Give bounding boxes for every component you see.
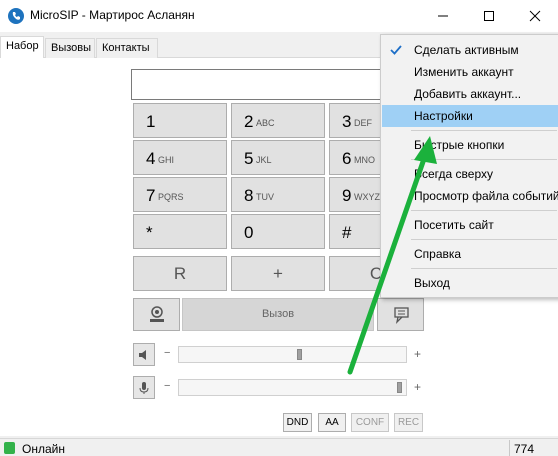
maximize-button[interactable] <box>466 0 512 32</box>
call-button[interactable]: Вызов <box>182 298 374 331</box>
number-input[interactable] <box>131 69 421 100</box>
key-letters: ABC <box>256 118 275 128</box>
message-button[interactable] <box>377 298 424 331</box>
key-digit: 0 <box>244 223 254 242</box>
conference-button[interactable]: CONF <box>351 413 389 432</box>
mic-volume-thumb[interactable] <box>397 382 402 393</box>
keypad-key[interactable]: 1 <box>133 103 227 138</box>
maximize-icon <box>484 11 494 21</box>
key-digit: 1 <box>146 112 156 131</box>
online-status-icon <box>4 442 15 454</box>
key-letters: DEF <box>354 118 372 128</box>
menu-separator <box>411 130 557 131</box>
key-letters: MNO <box>354 155 375 165</box>
speaker-mute-button[interactable] <box>133 343 155 366</box>
menu-item-exit[interactable]: Выход <box>382 272 558 294</box>
close-icon <box>529 10 541 22</box>
keypad-key[interactable]: 0 <box>231 214 325 249</box>
menu-item-help[interactable]: Справка <box>382 243 558 265</box>
webcam-icon <box>150 306 164 322</box>
auto-answer-button[interactable]: AA <box>318 413 346 432</box>
menu-item-label: Просмотр файла событий <box>414 189 558 203</box>
menu-item-visit-site[interactable]: Посетить сайт <box>382 214 558 236</box>
key-digit: * <box>146 223 153 242</box>
keypad-key[interactable]: 5 JKL <box>231 140 325 175</box>
menu-item-view-log[interactable]: Просмотр файла событий <box>382 185 558 207</box>
menu-separator <box>411 239 557 240</box>
speaker-icon <box>139 349 146 360</box>
microsip-logo-icon <box>8 8 24 24</box>
menu-item-label: Посетить сайт <box>414 218 494 232</box>
key-digit: 9 <box>342 186 352 205</box>
key-digit: 5 <box>244 149 254 168</box>
record-button[interactable]: REC <box>394 413 423 432</box>
mic-plus: + <box>414 380 422 394</box>
menu-item-label: Выход <box>414 276 450 290</box>
keypad-key[interactable]: R <box>133 256 227 291</box>
window-title: MicroSIP - Мартирос Асланян <box>30 8 195 22</box>
minimize-icon <box>438 15 448 17</box>
key-digit: 4 <box>146 149 156 168</box>
key-letters: TUV <box>256 192 274 202</box>
checkmark-icon <box>390 45 402 55</box>
key-digit: R <box>173 264 187 283</box>
menu-item-label: Изменить аккаунт <box>414 65 514 79</box>
key-digit: + <box>273 264 283 283</box>
keypad-key[interactable]: * <box>133 214 227 249</box>
speaker-minus: − <box>164 347 171 359</box>
keypad-key[interactable]: 2 ABC <box>231 103 325 138</box>
microphone-icon <box>139 381 149 394</box>
speaker-plus: + <box>414 347 422 361</box>
menu-item-label: Настройки <box>414 109 473 123</box>
key-digit: 8 <box>244 186 254 205</box>
key-digit: 6 <box>342 149 352 168</box>
menu-item-quick-buttons[interactable]: Быстрые кнопки <box>382 134 558 156</box>
speaker-volume-slider[interactable] <box>178 346 407 363</box>
key-digit: 2 <box>244 112 254 131</box>
tab-calls[interactable]: Вызовы <box>45 38 95 58</box>
mic-mute-button[interactable] <box>133 376 155 399</box>
keypad-key[interactable]: 8 TUV <box>231 177 325 212</box>
chat-bubble-icon <box>394 307 409 324</box>
key-letters: JKL <box>256 155 272 165</box>
menu-item-settings[interactable]: Настройки <box>382 105 558 127</box>
title-bar: MicroSIP - Мартирос Асланян <box>0 0 558 32</box>
menu-item-label: Сделать активным <box>414 43 519 57</box>
mic-minus: − <box>164 380 171 392</box>
menu-separator <box>411 268 557 269</box>
key-letters: WXYZ <box>354 192 380 202</box>
menu-item-label: Справка <box>414 247 462 261</box>
keypad-key[interactable]: 7 PQRS <box>133 177 227 212</box>
menu-item-make-active[interactable]: Сделать активным <box>382 39 558 61</box>
key-digit: 3 <box>342 112 352 131</box>
minimize-button[interactable] <box>420 0 466 32</box>
keypad-key[interactable]: 4 GHI <box>133 140 227 175</box>
close-button[interactable] <box>512 0 558 32</box>
menu-separator <box>411 159 557 160</box>
tab-contacts[interactable]: Контакты <box>96 38 158 58</box>
menu-item-label: Быстрые кнопки <box>414 138 505 152</box>
menu-item-label: Добавить аккаунт... <box>414 87 522 101</box>
key-letters: GHI <box>158 155 175 165</box>
context-menu: Сделать активным Изменить аккаунт Добави… <box>380 34 558 298</box>
menu-item-label: Всегда сверху <box>414 167 493 181</box>
dnd-button[interactable]: DND <box>283 413 312 432</box>
status-divider <box>509 440 510 456</box>
menu-item-edit-account[interactable]: Изменить аккаунт <box>382 61 558 83</box>
tab-dial[interactable]: Набор <box>0 36 44 59</box>
menu-item-add-account[interactable]: Добавить аккаунт... <box>382 83 558 105</box>
key-digit: 7 <box>146 186 156 205</box>
status-text: Онлайн <box>22 442 65 456</box>
keypad-key[interactable]: + <box>231 256 325 291</box>
speaker-volume-thumb[interactable] <box>297 349 302 360</box>
status-bar: Онлайн 774 <box>0 438 558 456</box>
video-call-button[interactable] <box>133 298 180 331</box>
menu-separator <box>411 210 557 211</box>
menu-item-always-on-top[interactable]: Всегда сверху <box>382 163 558 185</box>
status-count: 774 <box>514 442 535 456</box>
key-letters: PQRS <box>158 192 184 202</box>
key-digit: # <box>342 223 352 242</box>
mic-volume-slider[interactable] <box>178 379 407 396</box>
